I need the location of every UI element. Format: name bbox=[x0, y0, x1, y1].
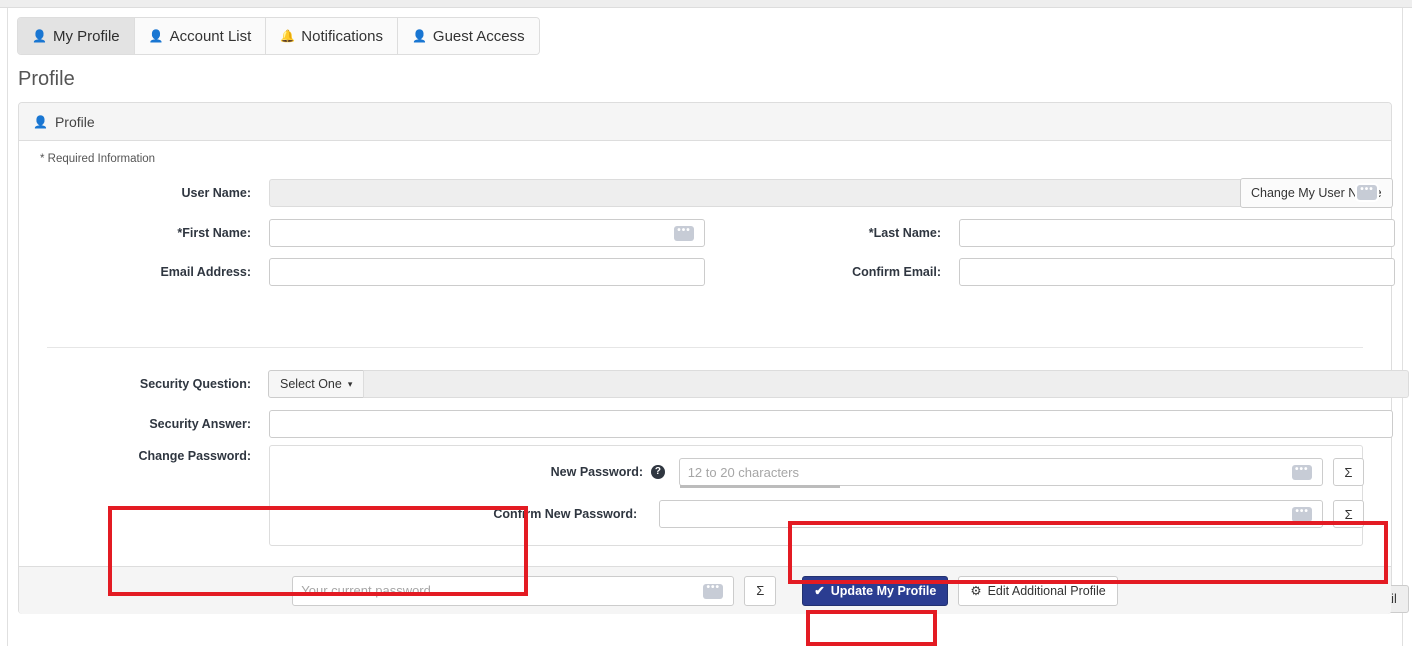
profile-tab-bar: 👤 My Profile 👤 Account List 🔔 Notificati… bbox=[17, 17, 540, 55]
confirm-new-password-label: Confirm New Password: bbox=[270, 507, 637, 521]
eye-slash-icon: Ʃ bbox=[1345, 507, 1353, 522]
tab-guest-access-label: Guest Access bbox=[433, 28, 525, 45]
user-icon: 👤 bbox=[32, 30, 47, 42]
caret-down-icon: ▾ bbox=[348, 379, 353, 390]
current-password-input[interactable] bbox=[292, 576, 734, 606]
gear-icon: ⚙ bbox=[970, 583, 981, 598]
row-confirm-new-password: Confirm New Password: ••• Ʃ bbox=[270, 500, 1364, 528]
row-change-password: Change Password: bbox=[19, 449, 251, 463]
change-password-label: Change Password: bbox=[19, 449, 251, 463]
update-my-profile-button[interactable]: ✔ Update My Profile bbox=[802, 576, 948, 606]
confirm-email-label: Confirm Email: bbox=[709, 265, 941, 279]
change-password-box: New Password: ? ••• Ʃ Confirm New Passwo… bbox=[269, 445, 1363, 546]
tab-notifications[interactable]: 🔔 Notifications bbox=[266, 18, 398, 54]
page-content: 👤 My Profile 👤 Account List 🔔 Notificati… bbox=[9, 8, 1402, 646]
password-strength-bar bbox=[680, 485, 840, 488]
security-question-input[interactable] bbox=[363, 370, 1409, 398]
password-manager-badge-icon[interactable]: ••• bbox=[1292, 465, 1312, 480]
window-right-scrollbar[interactable] bbox=[1402, 8, 1412, 646]
row-first-name: *First Name: ••• bbox=[19, 219, 705, 247]
row-new-password: New Password: ? ••• Ʃ bbox=[270, 458, 1364, 486]
section-divider bbox=[47, 347, 1363, 348]
security-question-select[interactable]: Select One ▾ bbox=[268, 370, 364, 398]
window-top-strip bbox=[0, 0, 1412, 8]
security-question-select-label: Select One bbox=[280, 377, 342, 391]
email-address-label: Email Address: bbox=[19, 265, 251, 279]
row-last-name: *Last Name: bbox=[709, 219, 1395, 247]
update-my-profile-label: Update My Profile bbox=[831, 584, 937, 598]
first-name-input[interactable] bbox=[269, 219, 705, 247]
last-name-label: *Last Name: bbox=[709, 226, 941, 240]
profile-panel-footer: ••• Ʃ ✔ Update My Profile ⚙ Edit Additio… bbox=[19, 566, 1391, 614]
new-password-help-icon[interactable]: ? bbox=[651, 465, 665, 479]
edit-additional-profile-button[interactable]: ⚙ Edit Additional Profile bbox=[958, 576, 1117, 606]
profile-panel-heading: Profile bbox=[55, 114, 95, 130]
confirm-email-input[interactable] bbox=[959, 258, 1395, 286]
tab-notifications-label: Notifications bbox=[301, 28, 383, 45]
security-question-label: Security Question: bbox=[19, 377, 251, 391]
user-icon: 👤 bbox=[149, 30, 164, 42]
row-email-address: Email Address: bbox=[19, 258, 705, 286]
row-user-name: User Name: Change My User Name ••• bbox=[19, 179, 1391, 207]
password-manager-badge-icon[interactable]: ••• bbox=[674, 226, 694, 241]
row-security-question: Security Question: Select One ▾ bbox=[19, 370, 1409, 398]
profile-panel-header: 👤 Profile bbox=[19, 103, 1391, 141]
toggle-current-password-visibility-button[interactable]: Ʃ bbox=[744, 576, 776, 606]
user-name-input[interactable] bbox=[269, 179, 1372, 207]
toggle-new-password-visibility-button[interactable]: Ʃ bbox=[1333, 458, 1364, 486]
new-password-label: New Password: bbox=[270, 465, 643, 479]
tab-account-list-label: Account List bbox=[170, 28, 252, 45]
last-name-input[interactable] bbox=[959, 219, 1395, 247]
screenshot-viewport: 👤 My Profile 👤 Account List 🔔 Notificati… bbox=[0, 0, 1412, 646]
security-answer-input[interactable] bbox=[269, 410, 1393, 438]
row-confirm-email: Confirm Email: bbox=[709, 258, 1395, 286]
edit-additional-profile-label: Edit Additional Profile bbox=[988, 584, 1106, 598]
window-left-gutter bbox=[0, 8, 8, 646]
security-answer-label: Security Answer: bbox=[19, 417, 251, 431]
page-title: Profile bbox=[18, 68, 75, 91]
password-manager-badge-icon[interactable]: ••• bbox=[1357, 185, 1377, 200]
new-password-input[interactable] bbox=[679, 458, 1323, 486]
tab-my-profile-label: My Profile bbox=[53, 28, 120, 45]
user-icon: 👤 bbox=[412, 30, 427, 42]
first-name-label: *First Name: bbox=[19, 226, 251, 240]
email-address-input[interactable] bbox=[269, 258, 705, 286]
bell-icon: 🔔 bbox=[280, 30, 295, 42]
confirm-new-password-input[interactable] bbox=[659, 500, 1323, 528]
password-manager-badge-icon[interactable]: ••• bbox=[1292, 507, 1312, 522]
tab-guest-access[interactable]: 👤 Guest Access bbox=[398, 18, 539, 54]
row-security-answer: Security Answer: bbox=[19, 410, 1393, 438]
profile-panel: 👤 Profile * Required Information User Na… bbox=[18, 102, 1392, 614]
profile-panel-body: * Required Information User Name: Change… bbox=[19, 141, 1391, 614]
tab-account-list[interactable]: 👤 Account List bbox=[135, 18, 267, 54]
user-icon: 👤 bbox=[33, 115, 48, 129]
password-manager-badge-icon[interactable]: ••• bbox=[703, 584, 723, 599]
user-name-label: User Name: bbox=[19, 186, 251, 200]
toggle-confirm-new-password-visibility-button[interactable]: Ʃ bbox=[1333, 500, 1364, 528]
check-icon: ✔ bbox=[814, 583, 824, 598]
tab-my-profile[interactable]: 👤 My Profile bbox=[18, 18, 135, 54]
eye-slash-icon: Ʃ bbox=[756, 583, 764, 598]
required-information-note: * Required Information bbox=[40, 153, 155, 165]
eye-slash-icon: Ʃ bbox=[1344, 465, 1352, 480]
